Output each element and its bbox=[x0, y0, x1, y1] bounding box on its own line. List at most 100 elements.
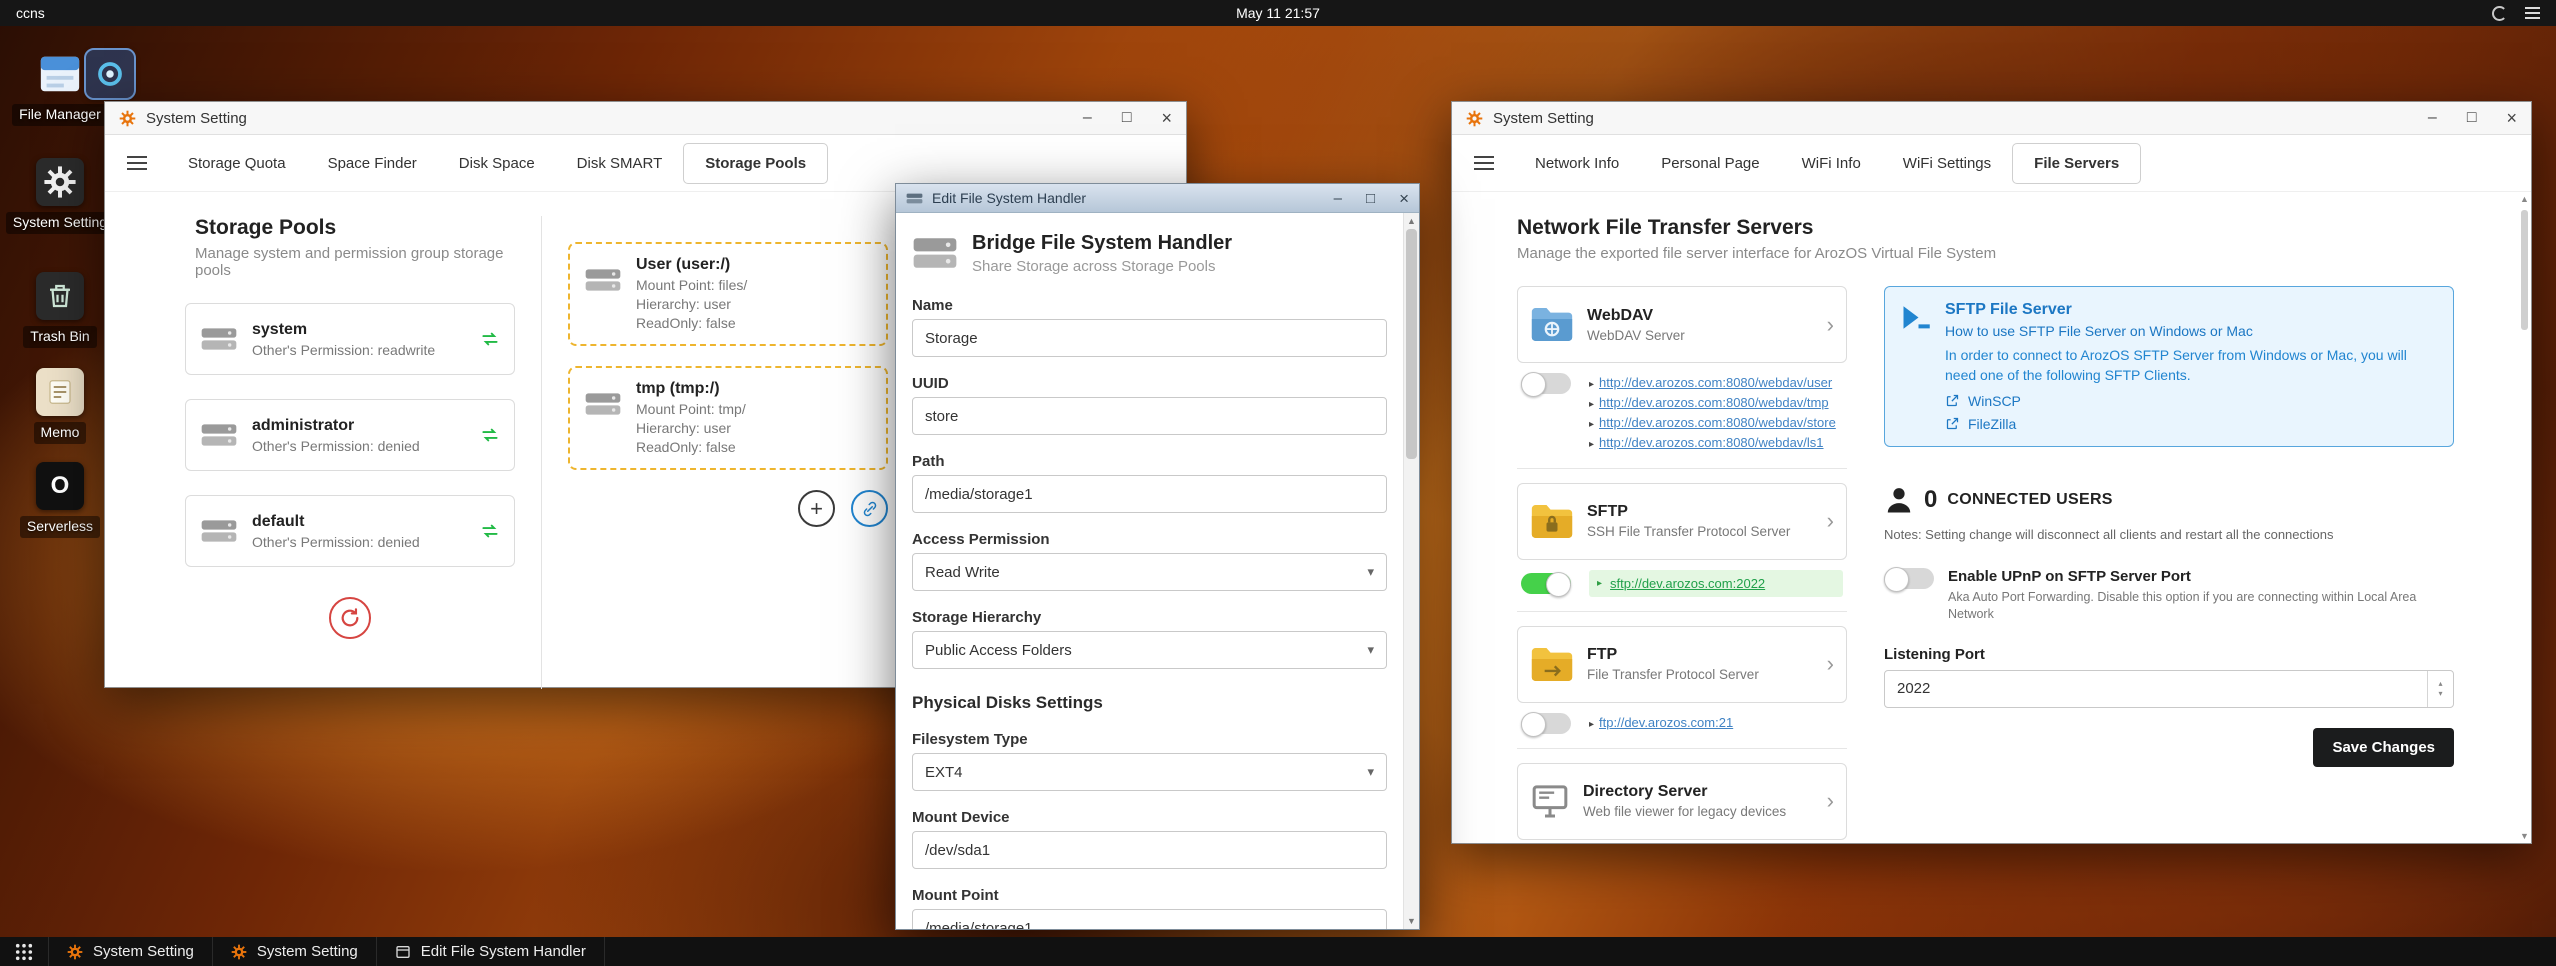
system-setting-icon bbox=[67, 944, 83, 960]
tab-storage-pools[interactable]: Storage Pools bbox=[683, 142, 829, 184]
webdav-url[interactable]: http://dev.arozos.com:8080/webdav/ls1 bbox=[1599, 435, 1824, 450]
tab-storage-quota[interactable]: Storage Quota bbox=[167, 144, 307, 183]
tab-disk-smart[interactable]: Disk SMART bbox=[556, 144, 684, 183]
pool-item-administrator[interactable]: administrator Other's Permission: denied bbox=[185, 399, 515, 471]
desktop-icon-serverless[interactable]: O Serverless bbox=[0, 462, 120, 538]
pool-name: default bbox=[252, 512, 305, 530]
path-input[interactable] bbox=[912, 475, 1387, 513]
server-desc: SSH File Transfer Protocol Server bbox=[1587, 524, 1791, 540]
page-subtitle: Manage system and permission group stora… bbox=[195, 245, 504, 279]
tab-wifi-info[interactable]: WiFi Info bbox=[1781, 144, 1882, 183]
menu-icon[interactable] bbox=[2525, 7, 2540, 19]
drive-icon bbox=[584, 264, 622, 332]
sftp-toggle[interactable] bbox=[1521, 571, 1571, 597]
server-card-webdav[interactable]: WebDAV WebDAV Server › bbox=[1517, 286, 1847, 363]
maximize-button[interactable]: □ bbox=[2467, 110, 2477, 126]
tab-personal-page[interactable]: Personal Page bbox=[1640, 144, 1780, 183]
filesystem-type-select[interactable]: EXT4 ▾ bbox=[912, 753, 1387, 791]
window-title-bar[interactable]: System Setting – □ × bbox=[1452, 102, 2531, 135]
name-input[interactable] bbox=[912, 319, 1387, 357]
sync-icon[interactable] bbox=[480, 425, 500, 445]
client-link-filezilla[interactable]: FileZilla bbox=[1945, 416, 2435, 432]
tab-disk-space[interactable]: Disk Space bbox=[438, 144, 556, 183]
mount-point-input[interactable] bbox=[912, 909, 1387, 929]
drive-icon bbox=[584, 388, 622, 456]
hamburger-icon[interactable] bbox=[1474, 156, 1494, 170]
save-changes-button[interactable]: Save Changes bbox=[2313, 727, 2454, 767]
sync-icon[interactable] bbox=[480, 521, 500, 541]
webdav-url[interactable]: http://dev.arozos.com:8080/webdav/user bbox=[1599, 375, 1832, 390]
upnp-toggle[interactable] bbox=[1884, 566, 1934, 592]
window-scrollbar[interactable]: ▲ ▼ bbox=[1403, 213, 1419, 929]
desktop-icon-memo[interactable]: Memo bbox=[0, 368, 120, 444]
sftp-url[interactable]: sftp://dev.arozos.com:2022 bbox=[1610, 576, 1765, 591]
server-card-directory[interactable]: Directory Server Web file viewer for leg… bbox=[1517, 762, 1847, 840]
server-card-ftp[interactable]: FTP File Transfer Protocol Server › bbox=[1517, 625, 1847, 703]
app-launcher-button[interactable] bbox=[0, 937, 48, 966]
desktop-icon-trash-bin[interactable]: Trash Bin bbox=[0, 272, 120, 348]
uuid-input[interactable] bbox=[912, 397, 1387, 435]
access-permission-select[interactable]: Read Write ▾ bbox=[912, 553, 1387, 591]
mount-item-user[interactable]: User (user:/) Mount Point: files/ Hierar… bbox=[568, 242, 888, 346]
ftp-url[interactable]: ftp://dev.arozos.com:21 bbox=[1599, 715, 1733, 730]
number-spinner[interactable]: ▴ ▾ bbox=[2427, 670, 2453, 707]
pool-item-system[interactable]: system Other's Permission: readwrite bbox=[185, 303, 515, 375]
tab-bar: Network Info Personal Page WiFi Info WiF… bbox=[1452, 135, 2531, 192]
server-name: FTP bbox=[1587, 646, 1618, 664]
tab-file-servers[interactable]: File Servers bbox=[2012, 142, 2142, 184]
webdav-url[interactable]: http://dev.arozos.com:8080/webdav/tmp bbox=[1599, 395, 1829, 410]
bridge-link-button[interactable] bbox=[851, 490, 888, 527]
refresh-pools-button[interactable] bbox=[329, 597, 371, 639]
pool-permission: Other's Permission: denied bbox=[252, 437, 420, 454]
ftp-toggle[interactable] bbox=[1521, 711, 1571, 737]
sftp-folder-icon bbox=[1530, 503, 1574, 540]
desktop-icon-label: Memo bbox=[33, 422, 87, 444]
task-item-system-setting-1[interactable]: System Setting bbox=[48, 937, 212, 966]
desktop-icon-system-setting[interactable]: System Setting bbox=[0, 158, 120, 234]
webdav-toggle[interactable] bbox=[1521, 372, 1571, 397]
window-title-bar[interactable]: System Setting – □ × bbox=[105, 102, 1186, 135]
desktop-icon-label: System Setting bbox=[5, 212, 115, 234]
loading-icon[interactable] bbox=[2492, 5, 2507, 21]
handler-subheading: Share Storage across Storage Pools bbox=[972, 257, 1216, 275]
access-permission-label: Access Permission bbox=[912, 531, 1050, 548]
window-title: System Setting bbox=[146, 109, 247, 127]
chevron-down-icon: ▾ bbox=[1367, 564, 1374, 579]
minimize-button[interactable]: – bbox=[2428, 110, 2437, 126]
desktop-shortcut[interactable] bbox=[80, 48, 140, 100]
maximize-button[interactable]: □ bbox=[1366, 191, 1375, 206]
server-card-sftp[interactable]: SFTP SSH File Transfer Protocol Server › bbox=[1517, 482, 1847, 560]
window-title-bar[interactable]: Edit File System Handler – □ × bbox=[896, 184, 1419, 213]
sftp-info-box: SFTP File Server How to use SFTP File Se… bbox=[1884, 286, 2454, 447]
file-manager-icon bbox=[36, 50, 84, 98]
task-item-system-setting-2[interactable]: System Setting bbox=[211, 937, 376, 966]
mount-hierarchy: Hierarchy: user bbox=[636, 420, 731, 436]
task-item-edit-fs-handler[interactable]: Edit File System Handler bbox=[375, 937, 605, 966]
minimize-button[interactable]: – bbox=[1083, 110, 1092, 126]
minimize-button[interactable]: – bbox=[1334, 191, 1342, 206]
tab-wifi-settings[interactable]: WiFi Settings bbox=[1882, 144, 2012, 183]
mount-device-input[interactable] bbox=[912, 831, 1387, 869]
pool-name: system bbox=[252, 320, 308, 338]
ftp-folder-icon bbox=[1530, 646, 1574, 683]
maximize-button[interactable]: □ bbox=[1122, 110, 1132, 126]
pool-item-default[interactable]: default Other's Permission: denied bbox=[185, 495, 515, 567]
close-button[interactable]: × bbox=[1399, 190, 1409, 207]
mount-point: Mount Point: tmp/ bbox=[636, 401, 746, 417]
client-link-winscp[interactable]: WinSCP bbox=[1945, 393, 2435, 409]
close-button[interactable]: × bbox=[1161, 109, 1172, 127]
tab-network-info[interactable]: Network Info bbox=[1514, 144, 1640, 183]
tab-space-finder[interactable]: Space Finder bbox=[307, 144, 438, 183]
sync-icon[interactable] bbox=[480, 329, 500, 349]
desktop-icon-label: Trash Bin bbox=[23, 326, 97, 348]
listening-port-input[interactable] bbox=[1884, 669, 2454, 708]
storage-hierarchy-select[interactable]: Public Access Folders ▾ bbox=[912, 631, 1387, 669]
hamburger-icon[interactable] bbox=[127, 156, 147, 170]
add-handler-button[interactable]: + bbox=[798, 490, 835, 527]
storage-hierarchy-label: Storage Hierarchy bbox=[912, 609, 1042, 626]
window-scrollbar[interactable]: ▲ ▼ bbox=[2518, 192, 2531, 843]
uuid-label: UUID bbox=[912, 375, 949, 392]
mount-item-tmp[interactable]: tmp (tmp:/) Mount Point: tmp/ Hierarchy:… bbox=[568, 366, 888, 470]
webdav-url[interactable]: http://dev.arozos.com:8080/webdav/store bbox=[1599, 415, 1836, 430]
close-button[interactable]: × bbox=[2506, 109, 2517, 127]
